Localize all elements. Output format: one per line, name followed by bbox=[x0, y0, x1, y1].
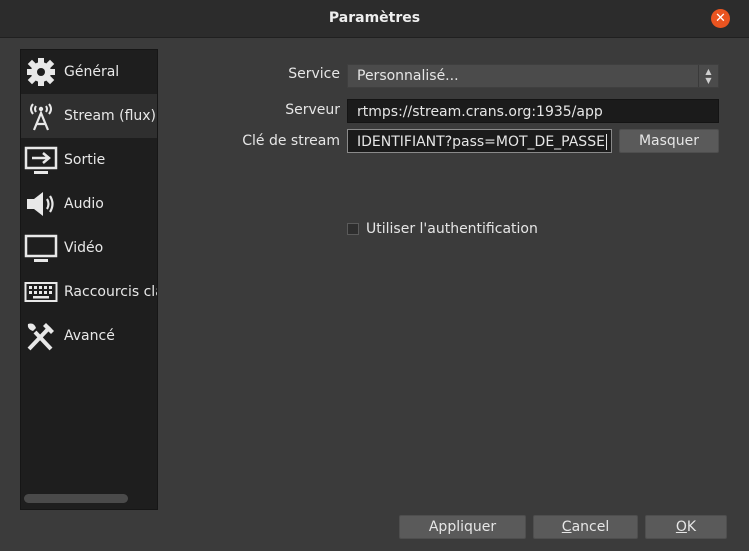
sidebar-item-general[interactable]: Général bbox=[21, 50, 157, 94]
hide-key-button[interactable]: Masquer bbox=[619, 129, 719, 153]
gear-icon bbox=[27, 58, 55, 86]
sidebar-item-label: Raccourcis cla bbox=[64, 284, 158, 300]
stream-key-label: Clé de stream bbox=[242, 133, 340, 149]
sidebar-item-label: Sortie bbox=[64, 152, 106, 168]
sidebar-item-stream[interactable]: Stream (flux) bbox=[21, 94, 157, 138]
cancel-button[interactable]: Cancel bbox=[533, 515, 638, 539]
sidebar-horizontal-scrollbar[interactable] bbox=[24, 494, 128, 503]
stream-key-value: IDENTIFIANT?pass=MOT_DE_PASSE bbox=[357, 134, 605, 150]
ok-mnemonic: O bbox=[675, 519, 687, 535]
service-label: Service bbox=[288, 66, 340, 82]
title-bar: Paramètres ✕ bbox=[0, 0, 749, 38]
display-icon bbox=[24, 234, 58, 262]
sidebar-item-advanced[interactable]: Avancé bbox=[21, 314, 157, 358]
sidebar-item-label: Général bbox=[64, 64, 120, 80]
settings-window: Paramètres ✕ Général Stream (flux) Sorti… bbox=[0, 0, 749, 551]
auth-checkbox-label: Utiliser l'authentification bbox=[366, 221, 538, 237]
sidebar-item-hotkeys[interactable]: Raccourcis cla bbox=[21, 270, 157, 314]
sidebar-item-label: Stream (flux) bbox=[64, 108, 157, 124]
sidebar-item-label: Audio bbox=[64, 196, 104, 212]
server-input[interactable]: rtmps://stream.crans.org:1935/app bbox=[347, 99, 719, 123]
cancel-mnemonic: C bbox=[561, 519, 572, 535]
sidebar-item-video[interactable]: Vidéo bbox=[21, 226, 157, 270]
service-select[interactable]: Personnalisé... ▲ ▼ bbox=[347, 64, 719, 88]
text-cursor bbox=[605, 134, 607, 150]
keyboard-icon bbox=[24, 282, 58, 302]
service-value: Personnalisé... bbox=[357, 68, 459, 84]
close-button[interactable]: ✕ bbox=[711, 9, 730, 28]
auth-checkbox[interactable] bbox=[347, 223, 359, 235]
sidebar-item-audio[interactable]: Audio bbox=[21, 182, 157, 226]
cancel-label-rest: ancel bbox=[571, 519, 610, 535]
close-icon: ✕ bbox=[715, 11, 726, 26]
stream-key-input[interactable]: IDENTIFIANT?pass=MOT_DE_PASSE bbox=[347, 129, 612, 153]
output-monitor-icon bbox=[24, 146, 58, 174]
ok-label-rest: K bbox=[686, 519, 697, 535]
sidebar-item-output[interactable]: Sortie bbox=[21, 138, 157, 182]
ok-button[interactable]: OK bbox=[645, 515, 727, 539]
chevron-updown-icon: ▲ ▼ bbox=[698, 65, 718, 87]
apply-button[interactable]: Appliquer bbox=[399, 515, 526, 539]
window-title: Paramètres bbox=[328, 10, 421, 26]
sidebar-item-label: Avancé bbox=[64, 328, 115, 344]
tools-icon bbox=[27, 323, 54, 351]
sidebar-item-label: Vidéo bbox=[64, 240, 104, 256]
broadcast-antenna-icon bbox=[30, 103, 52, 131]
speaker-icon bbox=[27, 192, 54, 216]
server-label: Serveur bbox=[285, 102, 340, 118]
settings-sidebar: Général Stream (flux) Sortie Audio Vidéo… bbox=[20, 49, 158, 510]
